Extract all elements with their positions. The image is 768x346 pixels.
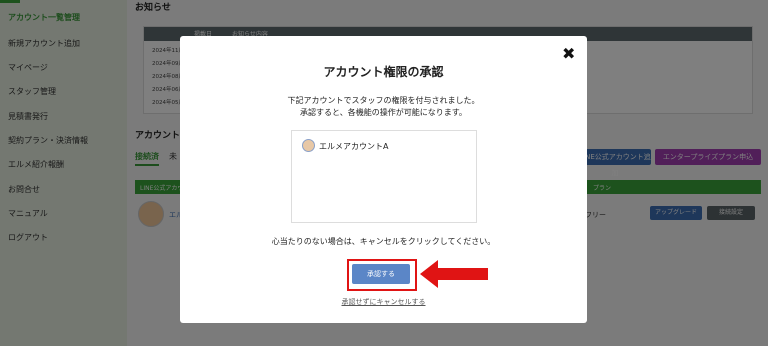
modal-title: アカウント権限の承認 xyxy=(323,65,444,79)
approve-button[interactable]: 承認する xyxy=(352,264,410,284)
account-name: エルメアカウントA xyxy=(319,142,389,151)
modal-note: 心当たりのない場合は、キャンセルをクリックしてください。 xyxy=(271,237,496,246)
account-avatar-icon xyxy=(302,139,315,152)
approval-modal: ✖ アカウント権限の承認 下記アカウントでスタッフの権限を付与されました。 承認… xyxy=(180,36,587,323)
cancel-link[interactable]: 承認せずにキャンセルする xyxy=(180,297,587,307)
modal-description-line2: 承認すると、各機能の操作が可能になります。 xyxy=(300,108,467,117)
close-icon[interactable]: ✖ xyxy=(562,44,575,63)
arrow-left-icon xyxy=(420,260,488,288)
modal-description-line1: 下記アカウントでスタッフの権限を付与されました。 xyxy=(287,96,480,105)
account-list-box: エルメアカウントA xyxy=(291,130,477,223)
